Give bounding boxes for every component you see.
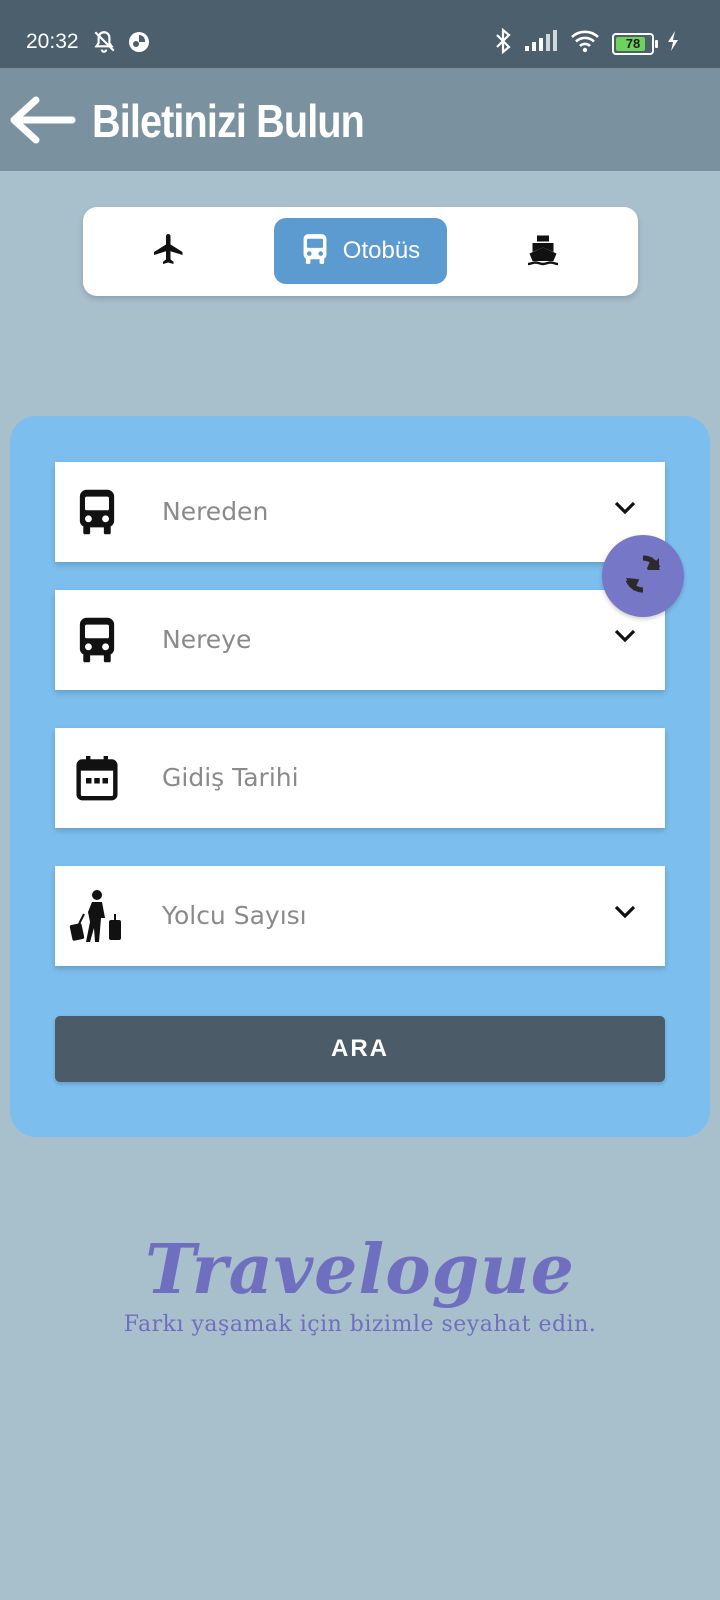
bus-icon <box>75 488 119 536</box>
chevron-down-icon[interactable] <box>613 904 637 920</box>
charging-icon <box>666 30 680 57</box>
status-time: 20:32 <box>26 30 79 53</box>
passenger-count-field[interactable]: Yolcu Sayısı <box>55 866 665 966</box>
plane-icon <box>151 231 187 272</box>
swap-icon <box>619 550 667 603</box>
calendar-icon <box>75 754 119 802</box>
departure-date-field[interactable]: Gidiş Tarihi <box>55 728 665 828</box>
traveler-luggage-icon <box>69 888 123 944</box>
chevron-down-icon[interactable] <box>613 500 637 516</box>
brand-tagline: Farkı yaşamak için bizimle seyahat edin. <box>123 1312 597 1337</box>
tab-ship[interactable] <box>503 218 583 284</box>
chevron-down-icon[interactable] <box>613 628 637 644</box>
battery-level: 78 <box>625 36 641 51</box>
departure-date-placeholder: Gidiş Tarihi <box>162 763 299 792</box>
search-form-card: Nereden Nereye Gidiş Tarihi Yolcu Sayısı… <box>10 416 710 1137</box>
page-title: Biletinizi Bulun <box>92 95 365 147</box>
to-placeholder: Nereye <box>162 625 252 654</box>
passenger-count-placeholder: Yolcu Sayısı <box>162 901 307 930</box>
tab-bus-label: Otobüs <box>342 237 421 264</box>
tab-bus[interactable]: Otobüs <box>274 218 447 284</box>
app-bar: Biletinizi Bulun <box>0 68 720 171</box>
battery-icon: 78 <box>612 32 658 55</box>
search-button[interactable]: ARA <box>55 1016 665 1082</box>
swap-locations-button[interactable] <box>602 535 684 617</box>
to-field[interactable]: Nereye <box>55 590 665 690</box>
from-field[interactable]: Nereden <box>55 462 665 562</box>
ship-icon <box>525 231 561 272</box>
transport-mode-selector: Otobüs <box>83 207 638 296</box>
app-notification-icon <box>127 30 151 59</box>
bluetooth-icon <box>494 27 512 59</box>
bus-icon <box>75 616 119 664</box>
brand-logo-text: Travelogue <box>145 1230 575 1310</box>
bus-icon <box>301 233 329 270</box>
signal-icon <box>524 30 558 57</box>
alarm-off-icon <box>91 29 117 60</box>
tab-plane[interactable] <box>129 218 209 284</box>
status-bar: 20:32 78 <box>0 0 720 68</box>
back-arrow-icon[interactable] <box>8 96 76 144</box>
wifi-icon <box>570 29 600 58</box>
from-placeholder: Nereden <box>162 497 269 526</box>
